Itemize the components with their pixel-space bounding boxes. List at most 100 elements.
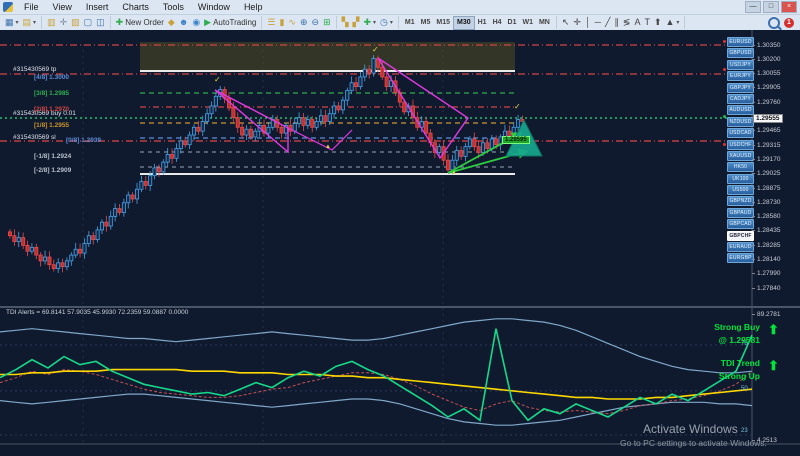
symbol-button-cadjpy[interactable]: CADJPY	[727, 93, 754, 104]
arrange-windows-button[interactable]: ▚	[340, 16, 351, 29]
terminal-button[interactable]: ▢	[82, 16, 95, 29]
timeframe-m5[interactable]: M5	[418, 17, 434, 29]
vertical-line-tool[interactable]: │	[583, 16, 593, 29]
market-watch-icon: ▥	[47, 17, 56, 27]
svg-text:✓: ✓	[372, 45, 379, 54]
chevron-down-icon[interactable]: ▾	[16, 19, 19, 26]
restore-button[interactable]: □	[763, 1, 779, 13]
timeframe-m30[interactable]: M30	[452, 15, 475, 30]
indicator-scale-top: 89.2781	[752, 311, 781, 318]
zoom-out-button[interactable]: ⊖	[310, 16, 322, 29]
strategy-tester-button[interactable]: ◫	[94, 16, 107, 29]
label-tool[interactable]: T	[642, 16, 652, 29]
symbol-button-gbpchf[interactable]: GBPCHF	[727, 230, 754, 241]
bar-chart-button[interactable]: ☰	[265, 16, 277, 29]
timeframe-w1[interactable]: W1	[519, 17, 536, 29]
menu-tools[interactable]: Tools	[156, 1, 191, 13]
price-scale[interactable]: 1.30350 1.30200 1.30055 1.29905 1.29760 1.294…	[752, 30, 800, 456]
symbol-button-us500[interactable]: US500	[727, 185, 754, 196]
symbol-button-gbpjpy[interactable]: GBPJPY	[727, 82, 754, 93]
zoom-in-icon: ⊕	[299, 17, 308, 27]
symbol-button-usdjpy[interactable]: USDJPY	[727, 59, 754, 70]
symbol-button-eurusd[interactable]: EURUSD	[727, 37, 754, 47]
symbol-button-hk50[interactable]: HK50	[727, 162, 754, 173]
crosshair-tool[interactable]: ✛	[571, 16, 583, 29]
new-chart-button[interactable]: ▦ ▾	[3, 16, 21, 29]
menu-file[interactable]: File	[17, 1, 46, 13]
minimize-button[interactable]: —	[745, 1, 761, 13]
menu-help[interactable]: Help	[237, 1, 270, 13]
chart-plot: ✓ ✓ ✓ ▲ ▲	[0, 30, 800, 445]
line-chart-button[interactable]: ∿	[286, 16, 298, 29]
toolbar: ▦ ▾ ▤ ▾ ▥ ✛ ▧ ▢ ◫ ✚ New Order ◆ ☻ ◉ ▶ AutoTrading ☰ ▮ ∿ ⊕ ⊖ ⊞…	[0, 15, 800, 31]
indicators-button[interactable]: ✚ ▾	[361, 16, 378, 29]
price-tick: 1.29025	[752, 170, 781, 178]
candlestick-chart-button[interactable]: ▮	[277, 16, 286, 29]
new-order-button[interactable]: ✚ New Order	[114, 16, 166, 29]
symbol-button-gbpcad[interactable]: GBPCAD	[727, 219, 754, 230]
price-tick: 1.29465	[752, 127, 781, 135]
periods-button[interactable]: ◷ ▾	[378, 16, 395, 29]
symbol-button-gbpaud[interactable]: GBPAUD	[727, 207, 754, 218]
symbol-changer-panel: EURUSD GBPUSD USDJPY EURJPY GBPJPY CADJPY AUDU…	[723, 37, 754, 265]
chevron-down-icon[interactable]: ▾	[390, 19, 393, 26]
zoom-in-button[interactable]: ⊕	[298, 16, 310, 29]
tile-windows-button[interactable]: ⊞	[321, 16, 333, 29]
timeframe-m1[interactable]: M1	[402, 17, 418, 29]
timeframe-mn[interactable]: MN	[536, 17, 553, 29]
timeframe-h1[interactable]: H1	[475, 17, 490, 29]
profiles-button[interactable]: ▤ ▾	[21, 16, 39, 29]
bar-chart-icon: ☰	[267, 17, 276, 27]
cursor-tool-icon: ↖	[561, 17, 570, 27]
timeframe-h4[interactable]: H4	[490, 17, 505, 29]
menu-insert[interactable]: Insert	[79, 1, 116, 13]
data-window-button[interactable]: ✛	[58, 16, 70, 29]
strategy-tester-icon: ◫	[96, 17, 105, 27]
menu-view[interactable]: View	[46, 1, 79, 13]
text-tool[interactable]: A	[632, 16, 642, 29]
channel-tool[interactable]: ∥	[612, 16, 621, 29]
community-button[interactable]: ☻	[177, 16, 190, 29]
symbol-button-usdcad[interactable]: USDCAD	[727, 128, 754, 139]
market-watch-button[interactable]: ▥	[45, 16, 58, 29]
navigator-button[interactable]: ▧	[69, 16, 82, 29]
notification-badge[interactable]: 1	[784, 17, 794, 28]
fibonacci-tool[interactable]: ≶	[621, 16, 633, 29]
symbol-button-xauusd[interactable]: XAUUSD	[727, 150, 754, 161]
timeframe-d1[interactable]: D1	[505, 17, 520, 29]
horizontal-line-tool[interactable]: ─	[593, 16, 603, 29]
text-tool-icon: A	[634, 17, 641, 27]
cursor-tool[interactable]: ↖	[560, 16, 572, 29]
shapes-tool[interactable]: ▲ ▾	[664, 16, 682, 29]
symbol-button-uk100[interactable]: UK100	[727, 173, 754, 184]
chart-canvas[interactable]: ✓ ✓ ✓ ▲ ▲ #315430569 tp #315430569 buy 0.01 …	[0, 30, 800, 456]
symbol-button-euraud[interactable]: EURAUD	[727, 242, 754, 253]
profiles-icon: ▤	[22, 17, 32, 27]
symbol-button-eurgbp[interactable]: EURGBP	[727, 253, 754, 264]
shapes-tool-icon: ▲	[665, 17, 675, 27]
symbol-button-audusd[interactable]: AUDUSD	[727, 105, 754, 116]
menu-charts[interactable]: Charts	[115, 1, 156, 13]
chevron-down-icon[interactable]: ▾	[373, 19, 376, 26]
cascade-windows-button[interactable]: ▞	[351, 16, 362, 29]
price-tick: 1.29170	[752, 155, 781, 163]
menu-window[interactable]: Window	[191, 1, 237, 13]
mql5-button[interactable]: ◆	[166, 16, 177, 29]
timeframe-m15[interactable]: M15	[433, 17, 453, 29]
search-icon[interactable]	[768, 16, 780, 29]
symbol-button-gbpusd[interactable]: GBPUSD	[727, 48, 754, 59]
arrows-tool[interactable]: ⬆	[652, 16, 664, 29]
indicator-scale-bottom: 4.2513	[752, 437, 777, 444]
chevron-down-icon[interactable]: ▾	[676, 19, 679, 26]
trendline-tool[interactable]: ╱	[603, 16, 612, 29]
autotrading-button[interactable]: ▶ AutoTrading	[202, 16, 258, 29]
toolbar-group: ▦ ▾ ▤ ▾	[0, 16, 43, 29]
website-button[interactable]: ◉	[190, 16, 202, 29]
close-button[interactable]: ×	[781, 1, 797, 13]
chevron-down-icon[interactable]: ▾	[33, 19, 36, 26]
symbol-button-nzdusd[interactable]: NZDUSD	[727, 116, 754, 127]
symbol-button-gbpnzd[interactable]: GBPNZD	[727, 196, 754, 207]
symbol-button-eurjpy[interactable]: EURJPY	[727, 71, 754, 82]
svg-text:✓: ✓	[514, 102, 521, 111]
symbol-button-usdchf[interactable]: USDCHF	[727, 139, 754, 150]
